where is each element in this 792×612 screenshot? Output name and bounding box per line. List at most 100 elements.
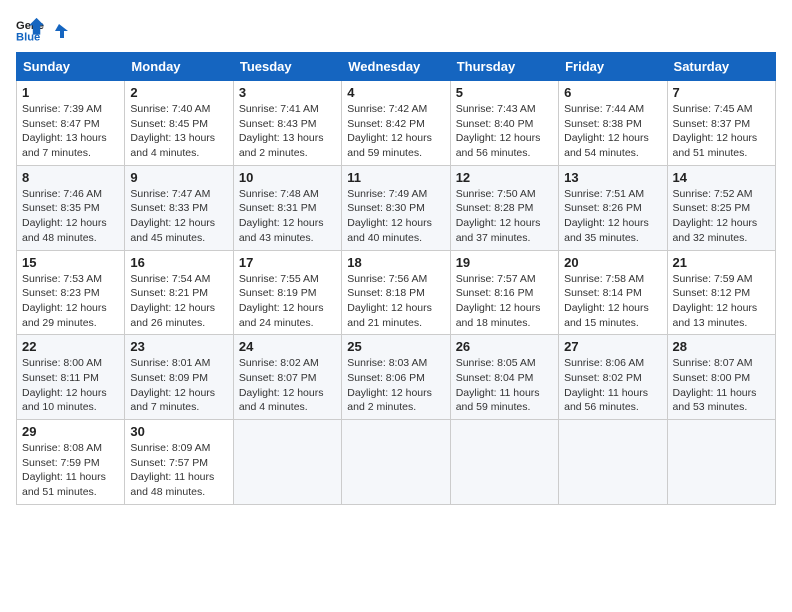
- calendar-week-row: 29 Sunrise: 8:08 AM Sunset: 7:59 PM Dayl…: [17, 420, 776, 505]
- day-number: 5: [456, 85, 553, 100]
- calendar-cell: 22 Sunrise: 8:00 AM Sunset: 8:11 PM Dayl…: [17, 335, 125, 420]
- calendar-cell: 5 Sunrise: 7:43 AM Sunset: 8:40 PM Dayli…: [450, 81, 558, 166]
- day-header-thursday: Thursday: [450, 53, 558, 81]
- day-info: Sunrise: 7:59 AM Sunset: 8:12 PM Dayligh…: [673, 272, 770, 331]
- day-header-monday: Monday: [125, 53, 233, 81]
- day-info: Sunrise: 7:46 AM Sunset: 8:35 PM Dayligh…: [22, 187, 119, 246]
- calendar-cell: 26 Sunrise: 8:05 AM Sunset: 8:04 PM Dayl…: [450, 335, 558, 420]
- day-info: Sunrise: 8:09 AM Sunset: 7:57 PM Dayligh…: [130, 441, 227, 500]
- day-info: Sunrise: 8:07 AM Sunset: 8:00 PM Dayligh…: [673, 356, 770, 415]
- day-info: Sunrise: 7:51 AM Sunset: 8:26 PM Dayligh…: [564, 187, 661, 246]
- day-number: 1: [22, 85, 119, 100]
- logo: General Blue: [16, 16, 68, 44]
- day-info: Sunrise: 7:41 AM Sunset: 8:43 PM Dayligh…: [239, 102, 336, 161]
- calendar-cell: 18 Sunrise: 7:56 AM Sunset: 8:18 PM Dayl…: [342, 250, 450, 335]
- day-number: 7: [673, 85, 770, 100]
- calendar-cell: 15 Sunrise: 7:53 AM Sunset: 8:23 PM Dayl…: [17, 250, 125, 335]
- day-number: 15: [22, 255, 119, 270]
- day-number: 4: [347, 85, 444, 100]
- day-number: 17: [239, 255, 336, 270]
- day-info: Sunrise: 7:39 AM Sunset: 8:47 PM Dayligh…: [22, 102, 119, 161]
- day-number: 21: [673, 255, 770, 270]
- calendar-cell: 8 Sunrise: 7:46 AM Sunset: 8:35 PM Dayli…: [17, 165, 125, 250]
- day-number: 11: [347, 170, 444, 185]
- day-info: Sunrise: 7:57 AM Sunset: 8:16 PM Dayligh…: [456, 272, 553, 331]
- day-number: 22: [22, 339, 119, 354]
- day-info: Sunrise: 7:50 AM Sunset: 8:28 PM Dayligh…: [456, 187, 553, 246]
- logo-icon: General Blue: [16, 16, 44, 44]
- calendar-cell: 20 Sunrise: 7:58 AM Sunset: 8:14 PM Dayl…: [559, 250, 667, 335]
- day-info: Sunrise: 7:56 AM Sunset: 8:18 PM Dayligh…: [347, 272, 444, 331]
- day-info: Sunrise: 7:44 AM Sunset: 8:38 PM Dayligh…: [564, 102, 661, 161]
- day-number: 8: [22, 170, 119, 185]
- day-info: Sunrise: 7:53 AM Sunset: 8:23 PM Dayligh…: [22, 272, 119, 331]
- day-info: Sunrise: 7:52 AM Sunset: 8:25 PM Dayligh…: [673, 187, 770, 246]
- day-info: Sunrise: 7:45 AM Sunset: 8:37 PM Dayligh…: [673, 102, 770, 161]
- day-number: 14: [673, 170, 770, 185]
- day-number: 3: [239, 85, 336, 100]
- calendar-cell: 21 Sunrise: 7:59 AM Sunset: 8:12 PM Dayl…: [667, 250, 775, 335]
- calendar-cell: 19 Sunrise: 7:57 AM Sunset: 8:16 PM Dayl…: [450, 250, 558, 335]
- day-info: Sunrise: 7:54 AM Sunset: 8:21 PM Dayligh…: [130, 272, 227, 331]
- day-number: 25: [347, 339, 444, 354]
- calendar-week-row: 15 Sunrise: 7:53 AM Sunset: 8:23 PM Dayl…: [17, 250, 776, 335]
- day-info: Sunrise: 7:55 AM Sunset: 8:19 PM Dayligh…: [239, 272, 336, 331]
- calendar-table: SundayMondayTuesdayWednesdayThursdayFrid…: [16, 52, 776, 505]
- day-number: 26: [456, 339, 553, 354]
- calendar-cell: 29 Sunrise: 8:08 AM Sunset: 7:59 PM Dayl…: [17, 420, 125, 505]
- calendar-cell: 2 Sunrise: 7:40 AM Sunset: 8:45 PM Dayli…: [125, 81, 233, 166]
- calendar-week-row: 22 Sunrise: 8:00 AM Sunset: 8:11 PM Dayl…: [17, 335, 776, 420]
- calendar-cell: [342, 420, 450, 505]
- day-info: Sunrise: 8:03 AM Sunset: 8:06 PM Dayligh…: [347, 356, 444, 415]
- calendar-cell: 10 Sunrise: 7:48 AM Sunset: 8:31 PM Dayl…: [233, 165, 341, 250]
- day-number: 12: [456, 170, 553, 185]
- day-number: 19: [456, 255, 553, 270]
- day-header-friday: Friday: [559, 53, 667, 81]
- day-info: Sunrise: 7:49 AM Sunset: 8:30 PM Dayligh…: [347, 187, 444, 246]
- day-number: 13: [564, 170, 661, 185]
- day-number: 29: [22, 424, 119, 439]
- day-number: 20: [564, 255, 661, 270]
- calendar-cell: 25 Sunrise: 8:03 AM Sunset: 8:06 PM Dayl…: [342, 335, 450, 420]
- calendar-cell: 13 Sunrise: 7:51 AM Sunset: 8:26 PM Dayl…: [559, 165, 667, 250]
- calendar-cell: 30 Sunrise: 8:09 AM Sunset: 7:57 PM Dayl…: [125, 420, 233, 505]
- logo-bird-icon: [50, 22, 68, 40]
- calendar-cell: [667, 420, 775, 505]
- calendar-cell: 9 Sunrise: 7:47 AM Sunset: 8:33 PM Dayli…: [125, 165, 233, 250]
- day-header-wednesday: Wednesday: [342, 53, 450, 81]
- day-number: 10: [239, 170, 336, 185]
- day-info: Sunrise: 7:58 AM Sunset: 8:14 PM Dayligh…: [564, 272, 661, 331]
- calendar-cell: 28 Sunrise: 8:07 AM Sunset: 8:00 PM Dayl…: [667, 335, 775, 420]
- day-info: Sunrise: 8:08 AM Sunset: 7:59 PM Dayligh…: [22, 441, 119, 500]
- header: General Blue: [16, 16, 776, 44]
- day-number: 18: [347, 255, 444, 270]
- day-number: 2: [130, 85, 227, 100]
- calendar-cell: 11 Sunrise: 7:49 AM Sunset: 8:30 PM Dayl…: [342, 165, 450, 250]
- calendar-cell: 3 Sunrise: 7:41 AM Sunset: 8:43 PM Dayli…: [233, 81, 341, 166]
- calendar-week-row: 8 Sunrise: 7:46 AM Sunset: 8:35 PM Dayli…: [17, 165, 776, 250]
- calendar-cell: 6 Sunrise: 7:44 AM Sunset: 8:38 PM Dayli…: [559, 81, 667, 166]
- calendar-header-row: SundayMondayTuesdayWednesdayThursdayFrid…: [17, 53, 776, 81]
- day-info: Sunrise: 8:06 AM Sunset: 8:02 PM Dayligh…: [564, 356, 661, 415]
- day-info: Sunrise: 8:00 AM Sunset: 8:11 PM Dayligh…: [22, 356, 119, 415]
- day-number: 24: [239, 339, 336, 354]
- day-number: 28: [673, 339, 770, 354]
- calendar-cell: 24 Sunrise: 8:02 AM Sunset: 8:07 PM Dayl…: [233, 335, 341, 420]
- day-info: Sunrise: 7:48 AM Sunset: 8:31 PM Dayligh…: [239, 187, 336, 246]
- day-info: Sunrise: 8:02 AM Sunset: 8:07 PM Dayligh…: [239, 356, 336, 415]
- calendar-cell: 1 Sunrise: 7:39 AM Sunset: 8:47 PM Dayli…: [17, 81, 125, 166]
- calendar-week-row: 1 Sunrise: 7:39 AM Sunset: 8:47 PM Dayli…: [17, 81, 776, 166]
- day-header-tuesday: Tuesday: [233, 53, 341, 81]
- day-info: Sunrise: 7:43 AM Sunset: 8:40 PM Dayligh…: [456, 102, 553, 161]
- calendar-cell: [450, 420, 558, 505]
- calendar-cell: 17 Sunrise: 7:55 AM Sunset: 8:19 PM Dayl…: [233, 250, 341, 335]
- day-header-saturday: Saturday: [667, 53, 775, 81]
- day-info: Sunrise: 7:40 AM Sunset: 8:45 PM Dayligh…: [130, 102, 227, 161]
- day-header-sunday: Sunday: [17, 53, 125, 81]
- day-number: 23: [130, 339, 227, 354]
- calendar-cell: [233, 420, 341, 505]
- calendar-cell: 23 Sunrise: 8:01 AM Sunset: 8:09 PM Dayl…: [125, 335, 233, 420]
- day-info: Sunrise: 8:05 AM Sunset: 8:04 PM Dayligh…: [456, 356, 553, 415]
- day-number: 30: [130, 424, 227, 439]
- day-number: 16: [130, 255, 227, 270]
